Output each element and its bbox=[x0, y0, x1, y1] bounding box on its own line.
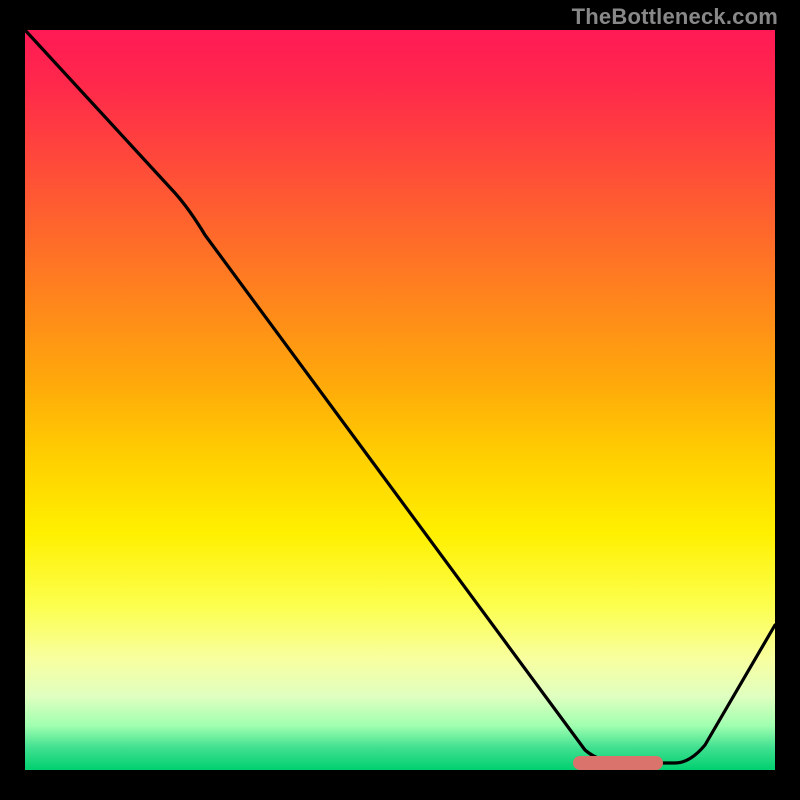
optimal-range-marker bbox=[573, 756, 663, 770]
plot-gradient-background bbox=[25, 30, 775, 770]
chart-container: TheBottleneck.com bbox=[0, 0, 800, 800]
watermark-text: TheBottleneck.com bbox=[572, 4, 778, 30]
